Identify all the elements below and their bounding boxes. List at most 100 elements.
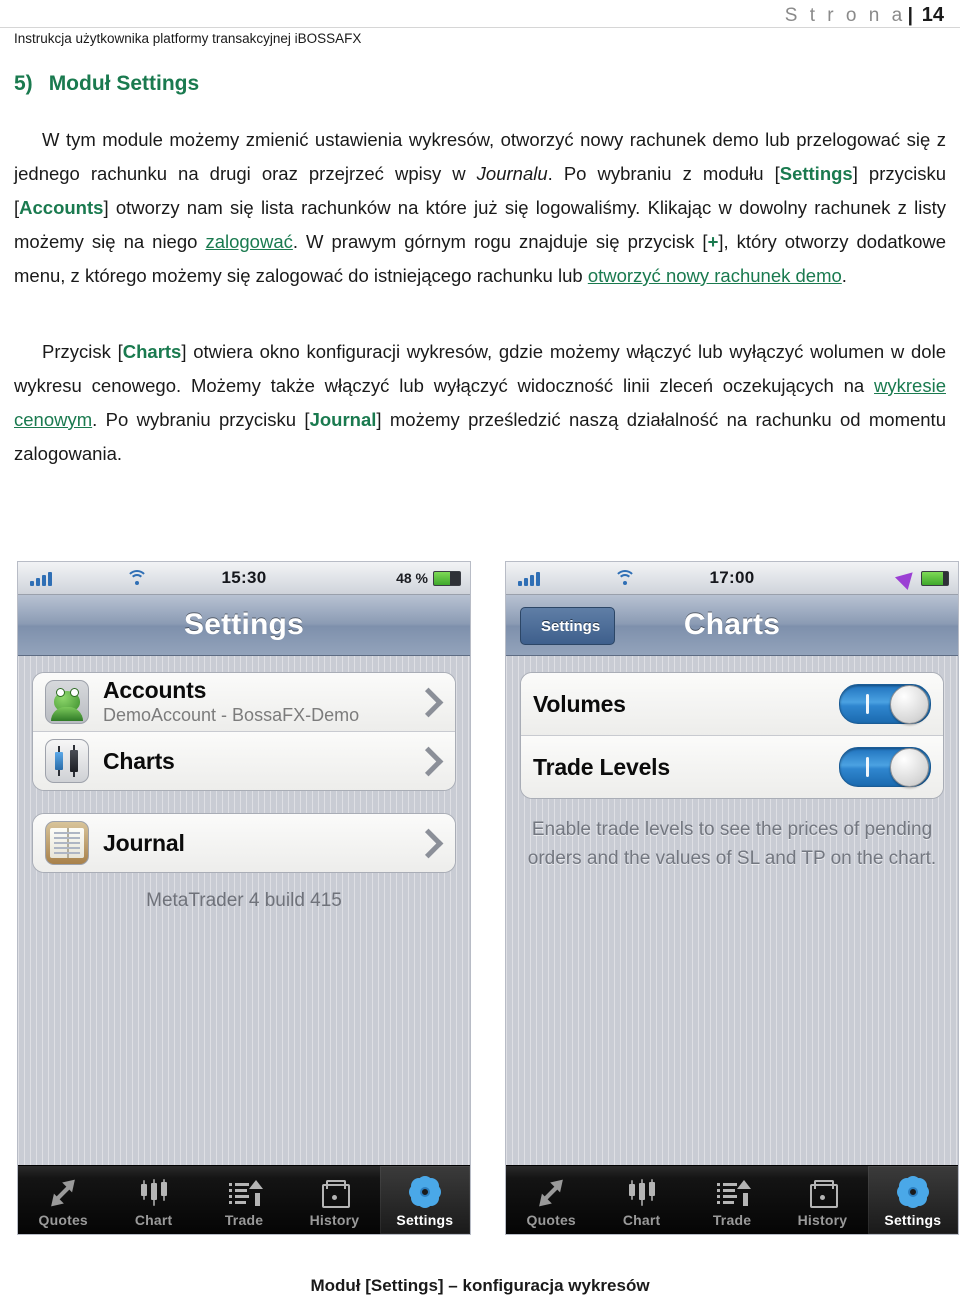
p1-text-g: . bbox=[841, 265, 847, 286]
tab-trade-label: Trade bbox=[712, 1212, 752, 1228]
link-otworzyc-nowy-rachunek-demo[interactable]: otworzyć nowy rachunek demo bbox=[588, 265, 842, 286]
tab-quotes-label: Quotes bbox=[526, 1212, 576, 1228]
charts-labels: Charts bbox=[103, 748, 410, 774]
screenshot-charts-screen: 17:00 Settings Charts Volumes Trade Leve… bbox=[506, 562, 958, 1234]
nav-title-charts: Charts bbox=[683, 608, 781, 641]
p1-journalu-italic: Journalu bbox=[476, 163, 548, 184]
charts-toggle-group: Volumes Trade Levels bbox=[520, 672, 944, 799]
back-button-settings[interactable]: Settings bbox=[520, 607, 616, 645]
tab-chart-label: Chart bbox=[622, 1212, 661, 1228]
chevron-right-icon bbox=[413, 746, 444, 776]
section-title: Moduł Settings bbox=[48, 72, 200, 95]
header-divider bbox=[0, 27, 960, 28]
tab-trade-label: Trade bbox=[224, 1212, 264, 1228]
tab-settings[interactable]: Settings bbox=[379, 1166, 470, 1234]
nav-bar-right: Settings Charts bbox=[506, 595, 958, 656]
battery-percent-label: 48 % bbox=[396, 570, 428, 586]
p1-keyword-plus: + bbox=[707, 231, 719, 252]
settings-group-journal: Journal bbox=[32, 813, 456, 873]
link-zalogowac[interactable]: zalogować bbox=[205, 231, 292, 252]
page-header: S t r o n a | 14 Instrukcja użytkownika p… bbox=[0, 0, 960, 56]
status-bar-right: 17:00 bbox=[506, 562, 958, 595]
charts-title: Charts bbox=[103, 748, 175, 774]
battery-icon bbox=[921, 570, 949, 586]
p1-keyword-accounts: Accounts bbox=[19, 197, 104, 218]
status-right-cluster: 48 % bbox=[396, 562, 461, 594]
list-item-trade-levels[interactable]: Trade Levels bbox=[521, 735, 943, 798]
list-item-charts[interactable]: Charts bbox=[33, 731, 455, 790]
tab-trade[interactable]: Trade bbox=[687, 1166, 777, 1234]
p2-text-a: Przycisk [ bbox=[42, 341, 123, 362]
list-item-journal[interactable]: Journal bbox=[33, 814, 455, 872]
journal-book-icon bbox=[45, 821, 89, 865]
status-right-cluster bbox=[894, 562, 949, 594]
tab-settings-label: Settings bbox=[396, 1212, 454, 1228]
list-item-volumes[interactable]: Volumes bbox=[521, 673, 943, 735]
settings-list-body: Accounts DemoAccount - BossaFX-Demo Char… bbox=[18, 656, 470, 1165]
chart-candles-icon bbox=[625, 1178, 659, 1208]
section-number: 5) bbox=[14, 72, 33, 95]
p1-text-e: . W prawym górnym rogu znajduje się przy… bbox=[292, 231, 708, 252]
quotes-arrows-icon bbox=[534, 1174, 569, 1212]
list-item-accounts[interactable]: Accounts DemoAccount - BossaFX-Demo bbox=[33, 673, 455, 731]
figure-caption: Moduł [Settings] – konfiguracja wykresów bbox=[310, 1276, 650, 1295]
tab-bar-right: Quotes Chart Trade History Settings bbox=[506, 1165, 958, 1234]
accounts-title: Accounts bbox=[103, 677, 207, 703]
tab-history[interactable]: History bbox=[777, 1166, 867, 1234]
trade-levels-hint: Enable trade levels to see the prices of… bbox=[527, 819, 937, 869]
tab-chart[interactable]: Chart bbox=[596, 1166, 686, 1234]
tab-chart-label: Chart bbox=[134, 1212, 173, 1228]
chart-candles-icon bbox=[137, 1178, 171, 1208]
status-time-right: 17:00 bbox=[709, 568, 755, 587]
battery-icon bbox=[433, 570, 461, 586]
journal-labels: Journal bbox=[103, 830, 410, 856]
settings-gear-icon bbox=[896, 1178, 930, 1208]
tab-chart[interactable]: Chart bbox=[108, 1166, 198, 1234]
chevron-right-icon bbox=[413, 828, 444, 858]
p1-keyword-settings: Settings bbox=[779, 163, 853, 184]
screenshot-settings-screen: 15:30 48 % Settings Accounts DemoAccount… bbox=[18, 562, 470, 1234]
volumes-labels: Volumes bbox=[533, 691, 839, 717]
trade-levels-title: Trade Levels bbox=[533, 754, 670, 780]
charts-settings-body: Volumes Trade Levels Enable trade levels… bbox=[506, 656, 958, 1165]
paragraph-one: W tym module możemy zmienić ustawienia w… bbox=[14, 123, 946, 293]
p2-keyword-charts: Charts bbox=[122, 341, 182, 362]
location-arrow-icon bbox=[894, 565, 920, 591]
accounts-labels: Accounts DemoAccount - BossaFX-Demo bbox=[103, 677, 410, 727]
tab-quotes[interactable]: Quotes bbox=[18, 1166, 108, 1234]
tab-history-label: History bbox=[797, 1212, 848, 1228]
tab-history[interactable]: History bbox=[289, 1166, 379, 1234]
tab-quotes-label: Quotes bbox=[38, 1212, 88, 1228]
chevron-right-icon bbox=[413, 687, 444, 717]
page-number-indicator: S t r o n a | 14 bbox=[785, 4, 944, 27]
page-word: S t r o n a bbox=[784, 5, 906, 26]
tab-bar-left: Quotes Chart Trade History Settings bbox=[18, 1165, 470, 1234]
status-bar-left: 15:30 48 % bbox=[18, 562, 470, 595]
journal-title: Journal bbox=[103, 830, 185, 856]
tab-settings[interactable]: Settings bbox=[867, 1166, 958, 1234]
tab-settings-label: Settings bbox=[884, 1212, 942, 1228]
trade-list-icon bbox=[227, 1178, 264, 1208]
tab-quotes[interactable]: Quotes bbox=[506, 1166, 596, 1234]
accounts-avatar-icon bbox=[45, 680, 89, 724]
tab-trade[interactable]: Trade bbox=[199, 1166, 289, 1234]
accounts-subtitle: DemoAccount - BossaFX-Demo bbox=[103, 705, 360, 725]
p2-keyword-journal: Journal bbox=[309, 409, 377, 430]
trade-levels-labels: Trade Levels bbox=[533, 754, 839, 780]
history-filebox-icon bbox=[805, 1178, 839, 1208]
settings-gear-icon bbox=[408, 1178, 442, 1208]
p2-text-c: . Po wybraniu przycisku [ bbox=[92, 409, 310, 430]
document-subtitle: Instrukcja użytkownika platformy transak… bbox=[14, 31, 362, 46]
p1-text-b: . Po wybraniu z modułu [ bbox=[547, 163, 780, 184]
volumes-title: Volumes bbox=[533, 691, 626, 717]
page-number: 14 bbox=[921, 4, 944, 26]
page-separator: | bbox=[907, 5, 913, 26]
trade-levels-toggle[interactable] bbox=[839, 747, 931, 787]
history-filebox-icon bbox=[317, 1178, 351, 1208]
settings-group-primary: Accounts DemoAccount - BossaFX-Demo Char… bbox=[32, 672, 456, 791]
nav-title-settings: Settings bbox=[184, 608, 304, 641]
volumes-toggle[interactable] bbox=[839, 684, 931, 724]
build-version-label: MetaTrader 4 build 415 bbox=[146, 890, 342, 911]
trade-list-icon bbox=[715, 1178, 752, 1208]
quotes-arrows-icon bbox=[46, 1174, 81, 1212]
